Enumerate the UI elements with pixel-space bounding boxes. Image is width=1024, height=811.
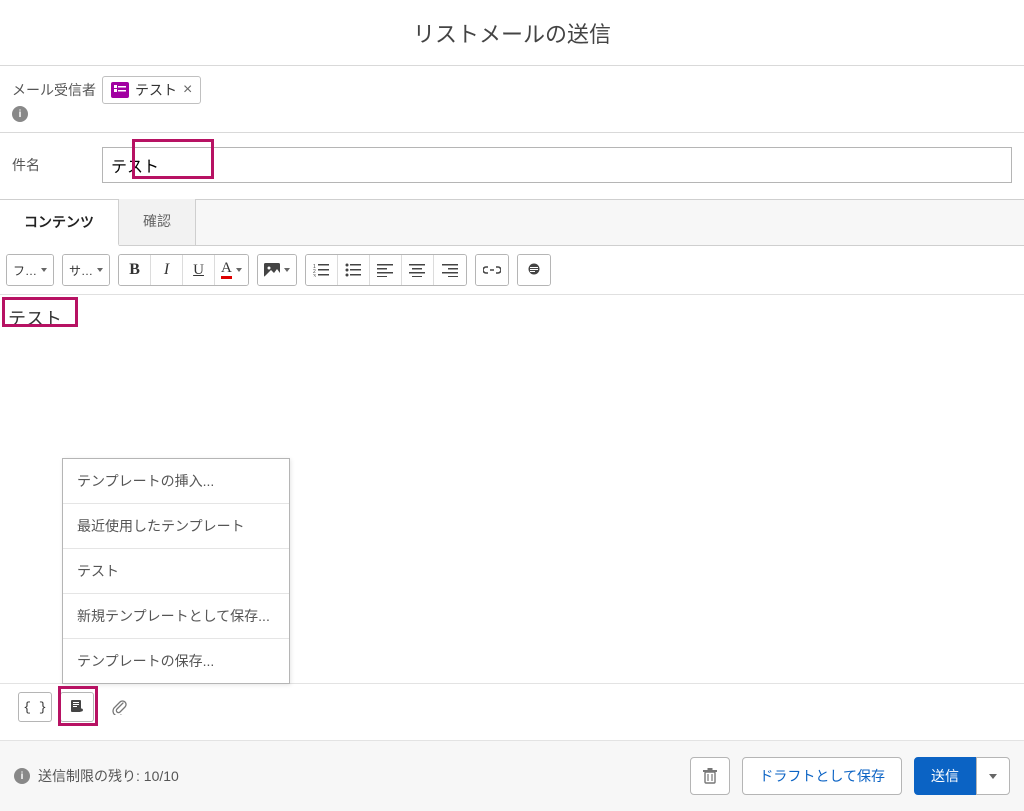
svg-text:3: 3 — [313, 274, 316, 277]
save-draft-label: ドラフトとして保存 — [759, 766, 885, 786]
footer-left: i 送信制限の残り: 10/10 — [14, 766, 179, 786]
bold-button[interactable]: B — [119, 255, 151, 285]
tabs: コンテンツ 確認 — [0, 199, 1024, 246]
unordered-list-icon — [345, 263, 361, 277]
ordered-list-icon: 123 — [313, 263, 329, 277]
link-button[interactable] — [476, 255, 508, 285]
font-size-label: サ… — [69, 262, 93, 279]
menu-recent-templates[interactable]: 最近使用したテンプレート — [63, 504, 289, 549]
menu-template-test[interactable]: テスト — [63, 549, 289, 594]
footer-right: ドラフトとして保存 送信 — [690, 757, 1010, 795]
image-button[interactable] — [258, 255, 296, 285]
subject-label: 件名 — [12, 147, 102, 175]
send-options-button[interactable] — [976, 757, 1010, 795]
image-icon — [264, 263, 280, 277]
save-draft-button[interactable]: ドラフトとして保存 — [742, 757, 902, 795]
recipients-row: メール受信者 i テスト × — [0, 66, 1024, 133]
italic-button[interactable]: I — [151, 255, 183, 285]
attachment-button[interactable] — [102, 692, 136, 722]
recipient-chip-label: テスト — [135, 80, 177, 100]
align-right-icon — [442, 263, 458, 277]
menu-save-as-new-template[interactable]: 新規テンプレートとして保存... — [63, 594, 289, 639]
link-icon — [483, 263, 501, 277]
font-size-select[interactable]: サ… — [63, 255, 109, 285]
underline-icon: U — [193, 262, 204, 279]
unordered-list-button[interactable] — [338, 255, 370, 285]
footer: i 送信制限の残り: 10/10 ドラフトとして保存 送信 — [0, 741, 1024, 811]
menu-label: 新規テンプレートとして保存... — [77, 608, 270, 624]
info-icon[interactable]: i — [14, 768, 30, 784]
info-icon[interactable]: i — [12, 106, 28, 122]
send-label: 送信 — [931, 766, 959, 786]
align-left-icon — [377, 263, 393, 277]
template-button[interactable] — [60, 692, 94, 722]
dialog-title: リストメールの送信 — [0, 0, 1024, 66]
tab-content[interactable]: コンテンツ — [0, 199, 119, 246]
align-left-button[interactable] — [370, 255, 402, 285]
comment-icon — [526, 263, 542, 277]
ordered-list-button[interactable]: 123 — [306, 255, 338, 285]
chevron-down-icon — [989, 774, 997, 779]
recipients-label: メール受信者 — [12, 80, 96, 100]
trash-icon — [703, 768, 717, 784]
font-family-select[interactable]: フ… — [7, 255, 53, 285]
recipients-label-wrap: メール受信者 i — [12, 76, 102, 122]
send-limit-text: 送信制限の残り: 10/10 — [38, 766, 179, 786]
send-split-button: 送信 — [914, 757, 1010, 795]
recipients-body[interactable]: テスト × — [102, 76, 1012, 104]
tab-confirm-label: 確認 — [143, 213, 171, 229]
paperclip-icon — [111, 699, 127, 715]
font-family-label: フ… — [13, 262, 37, 279]
menu-insert-template[interactable]: テンプレートの挿入... — [63, 459, 289, 504]
subject-body — [102, 147, 1012, 183]
list-icon — [111, 82, 129, 98]
menu-label: テンプレートの保存... — [77, 653, 214, 669]
text-color-button[interactable]: A — [215, 255, 248, 285]
bold-icon: B — [129, 261, 140, 279]
subject-row: 件名 — [0, 133, 1024, 197]
text-color-icon: A — [221, 261, 232, 279]
align-center-button[interactable] — [402, 255, 434, 285]
template-icon — [69, 699, 85, 715]
align-center-icon — [409, 263, 425, 277]
subject-input[interactable] — [102, 147, 1012, 183]
comment-button[interactable] — [518, 255, 550, 285]
menu-save-template[interactable]: テンプレートの保存... — [63, 639, 289, 683]
delete-button[interactable] — [690, 757, 730, 795]
menu-label: テンプレートの挿入... — [77, 473, 214, 489]
braces-icon: { } — [23, 700, 46, 715]
tab-content-label: コンテンツ — [24, 214, 94, 230]
close-icon[interactable]: × — [183, 82, 192, 98]
underline-button[interactable]: U — [183, 255, 215, 285]
send-button[interactable]: 送信 — [914, 757, 976, 795]
dialog-title-text: リストメールの送信 — [413, 17, 611, 49]
tabs-filler — [196, 199, 1024, 245]
align-right-button[interactable] — [434, 255, 466, 285]
italic-icon: I — [164, 261, 169, 279]
editor-text: テスト — [8, 309, 62, 329]
recipient-chip[interactable]: テスト × — [102, 76, 201, 104]
menu-label: テスト — [77, 563, 119, 579]
template-menu: テンプレートの挿入... 最近使用したテンプレート テスト 新規テンプレートとし… — [62, 458, 290, 684]
menu-label: 最近使用したテンプレート — [77, 518, 245, 534]
format-toolbar: フ… サ… B I U A 123 — [0, 246, 1024, 295]
tab-confirm[interactable]: 確認 — [119, 199, 196, 245]
merge-field-button[interactable]: { } — [18, 692, 52, 722]
bottom-toolbar: { } — [0, 683, 1024, 741]
